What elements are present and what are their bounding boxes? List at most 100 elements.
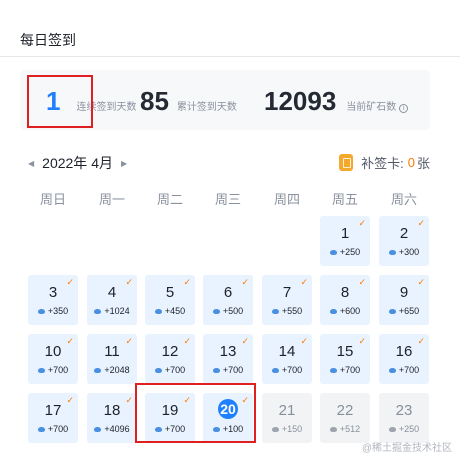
ore-icon	[212, 308, 220, 314]
ore-icon	[271, 426, 279, 432]
day-reward: +700	[320, 365, 370, 375]
prev-month-icon[interactable]: ◀	[28, 159, 34, 168]
calendar-day[interactable]: 16 +700 ✓	[379, 334, 429, 384]
ore-icon	[154, 308, 162, 314]
check-icon: ✓	[183, 336, 191, 346]
month-nav: ◀ 2022年 4月 ▶	[28, 153, 127, 173]
makeup-card: 补签卡: 0 张	[339, 153, 430, 172]
check-icon: ✓	[183, 277, 191, 287]
calendar-day[interactable]: 8 +600 ✓	[320, 275, 370, 325]
day-reward: +512	[320, 424, 370, 434]
check-icon: ✓	[358, 277, 366, 287]
total-label: 累计签到天数	[176, 102, 237, 113]
calendar-day[interactable]: 7 +550 ✓	[262, 275, 312, 325]
ore-icon	[154, 367, 162, 373]
reward-value: +150	[281, 424, 303, 434]
calendar-day[interactable]: 21 +150	[262, 393, 312, 443]
makeup-label: 补签卡:	[361, 156, 404, 171]
day-number: 23	[395, 402, 413, 419]
calendar-day[interactable]: 9 +650 ✓	[379, 275, 429, 325]
ore-icon	[37, 308, 45, 314]
calendar-day[interactable]: 6 +500 ✓	[203, 275, 253, 325]
calendar-day[interactable]: 4 +1024 ✓	[87, 275, 137, 325]
day-reward: +250	[320, 247, 370, 257]
next-month-icon[interactable]: ▶	[121, 159, 127, 168]
ore-stat: 12093 当前矿石数 i	[264, 88, 409, 114]
day-reward: +550	[262, 306, 312, 316]
makeup-count: 0	[407, 155, 415, 170]
makeup-unit: 张	[416, 156, 430, 171]
ore-icon	[329, 367, 337, 373]
calendar-day[interactable]: 12 +700 ✓	[145, 334, 195, 384]
ore-icon	[388, 249, 396, 255]
reward-value: +700	[281, 365, 303, 375]
check-icon: ✓	[241, 336, 249, 346]
check-icon: ✓	[125, 336, 133, 346]
reward-value: +250	[398, 424, 420, 434]
ore-icon	[94, 367, 102, 373]
calendar-day[interactable]: 15 +700 ✓	[320, 334, 370, 384]
day-reward: +150	[262, 424, 312, 434]
reward-value: +512	[339, 424, 361, 434]
day-reward: +500	[203, 306, 253, 316]
reward-value: +700	[339, 365, 361, 375]
check-icon: ✓	[358, 218, 366, 228]
day-reward: +300	[379, 247, 429, 257]
calendar-day[interactable]: 2 +300 ✓	[379, 216, 429, 266]
check-icon: ✓	[241, 277, 249, 287]
calendar-day[interactable]: 10 +700 ✓	[28, 334, 78, 384]
weekday-label: 周一	[98, 192, 125, 207]
day-reward: +250	[379, 424, 429, 434]
day-reward: +700	[28, 365, 78, 375]
day-reward: +700	[203, 365, 253, 375]
reward-value: +700	[47, 424, 69, 434]
day-reward: +350	[28, 306, 78, 316]
annotation-box-days	[135, 383, 256, 443]
ore-icon	[37, 367, 45, 373]
reward-value: +600	[339, 306, 361, 316]
ore-icon	[388, 426, 396, 432]
day-reward: +600	[320, 306, 370, 316]
check-icon: ✓	[125, 395, 133, 405]
check-icon: ✓	[66, 336, 74, 346]
check-icon: ✓	[417, 277, 425, 287]
calendar-day[interactable]: 3 +350 ✓	[28, 275, 78, 325]
reward-value: +550	[281, 306, 303, 316]
reward-value: +2048	[104, 365, 130, 375]
calendar-day[interactable]: 23 +250	[379, 393, 429, 443]
calendar-day[interactable]: 14 +700 ✓	[262, 334, 312, 384]
total-value: 85	[140, 86, 169, 116]
month-label: 2022年 4月	[42, 155, 113, 171]
header: 每日签到	[0, 0, 460, 57]
reward-value: +700	[164, 365, 186, 375]
weekday-label: 周四	[273, 192, 300, 207]
check-icon: ✓	[66, 277, 74, 287]
calendar-day[interactable]: 5 +450 ✓	[145, 275, 195, 325]
ore-icon	[94, 308, 102, 314]
calendar-day[interactable]: 22 +512	[320, 393, 370, 443]
page-title: 每日签到	[20, 32, 76, 48]
calendar-day[interactable]: 17 +700 ✓	[28, 393, 78, 443]
info-icon[interactable]: i	[399, 104, 409, 113]
weekday-label: 周六	[390, 192, 417, 207]
ore-icon	[388, 308, 396, 314]
calendar-day[interactable]: 13 +700 ✓	[203, 334, 253, 384]
check-icon: ✓	[300, 277, 308, 287]
day-reward: +450	[145, 306, 195, 316]
weekday-label: 周日	[39, 192, 66, 207]
calendar-day[interactable]: 11 +2048 ✓	[87, 334, 137, 384]
ore-icon	[329, 308, 337, 314]
check-icon: ✓	[417, 336, 425, 346]
reward-value: +500	[222, 306, 244, 316]
calendar-day[interactable]: 18 +4096 ✓	[87, 393, 137, 443]
reward-value: +350	[47, 306, 69, 316]
annotation-box-streak	[27, 75, 93, 128]
ore-icon	[212, 367, 220, 373]
day-reward: +700	[28, 424, 78, 434]
ore-icon	[271, 308, 279, 314]
reward-value: +700	[47, 365, 69, 375]
day-reward: +700	[379, 365, 429, 375]
reward-value: +700	[398, 365, 420, 375]
ore-label: 当前矿石数	[346, 102, 397, 113]
calendar-day[interactable]: 1 +250 ✓	[320, 216, 370, 266]
